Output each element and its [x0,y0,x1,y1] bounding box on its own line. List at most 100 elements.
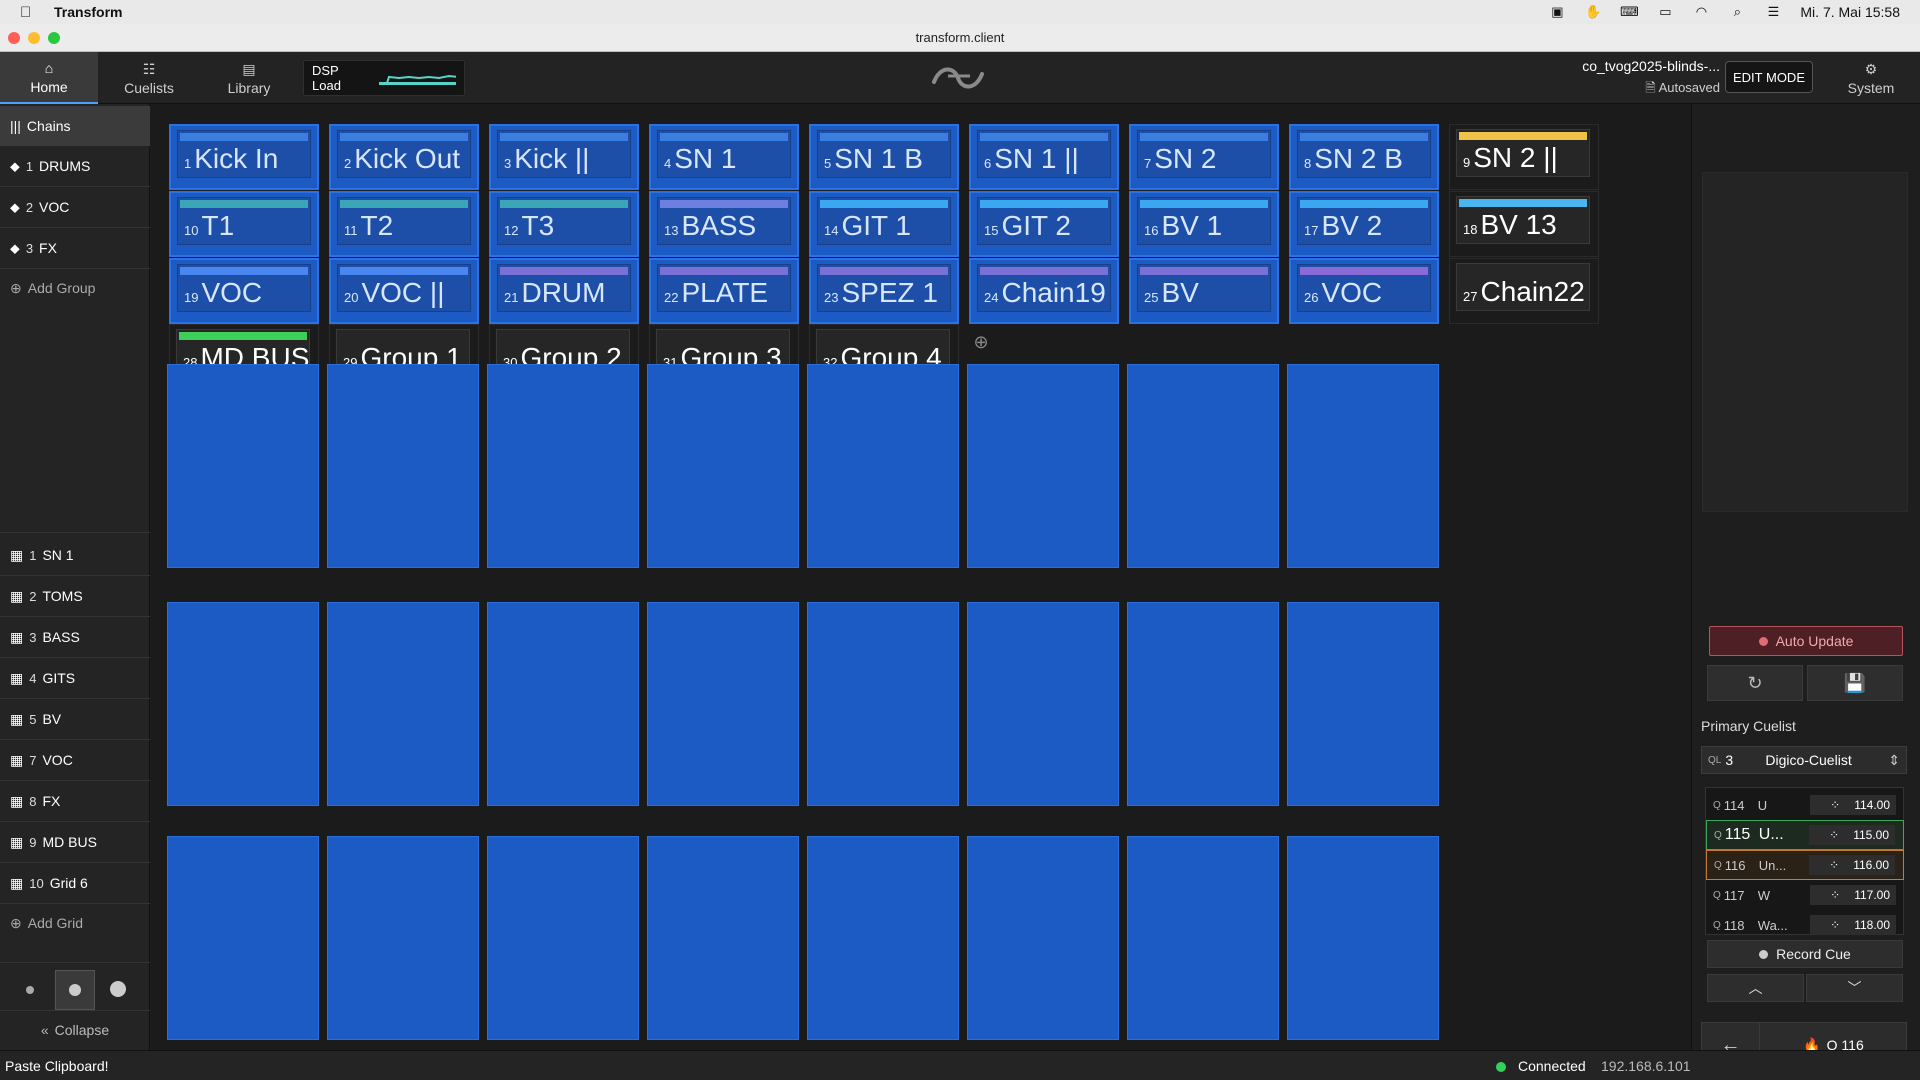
chain-tile[interactable]: 19 VOC [169,258,319,324]
chain-tile[interactable]: 2 Kick Out [329,124,479,190]
add-grid-button[interactable]: ⊕ Add Grid [0,903,150,943]
control-center-icon[interactable]: ☰ [1764,4,1782,19]
grid-cell[interactable] [1127,602,1279,806]
chain-tile[interactable]: 6 SN 1 || [969,124,1119,190]
sidebar-grid-item[interactable]: ▦ 10 Grid 6 [0,863,150,903]
grid-cell[interactable] [327,602,479,806]
battery-icon[interactable]: ▭ [1656,4,1674,19]
chain-tile[interactable]: 3 Kick || [489,124,639,190]
cue-row[interactable]: Q 117 W ⁘ 117.00 [1706,880,1904,910]
sidebar-group-voc[interactable]: ⬥ 2 VOC [0,187,150,227]
sidebar-grid-item[interactable]: ▦ 7 VOC [0,740,150,780]
grid-cell[interactable] [327,364,479,568]
sidebar-grid-item[interactable]: ▦ 9 MD BUS [0,822,150,862]
hand-icon[interactable]: ✋ [1584,4,1602,19]
cue-up-button[interactable]: ︿ [1707,974,1804,1002]
grid-cell[interactable] [1127,364,1279,568]
sidebar-group-drums[interactable]: ⬥ 1 DRUMS [0,146,150,186]
grid-cell[interactable] [647,836,799,1040]
chain-tile[interactable]: 23 SPEZ 1 [809,258,959,324]
sidebar-chains-header[interactable]: ||| Chains [0,106,150,146]
chain-tile[interactable]: 20 VOC || [329,258,479,324]
grid-cell[interactable] [1287,364,1439,568]
cue-down-button[interactable]: ﹀ [1806,974,1903,1002]
chain-tile[interactable]: 16 BV 1 [1129,191,1279,257]
sidebar-grid-item[interactable]: ▦ 1 SN 1 [0,535,150,575]
chain-tile[interactable]: 14 GIT 1 [809,191,959,257]
grid-cell[interactable] [967,836,1119,1040]
status-icon[interactable]: ▣ [1548,4,1566,19]
chain-tile[interactable]: 18 BV 13 [1449,191,1599,257]
chain-tile[interactable]: 25 BV [1129,258,1279,324]
grid-cell[interactable] [487,602,639,806]
grid-cell[interactable] [167,602,319,806]
sidebar-grid-item[interactable]: ▦ 8 FX [0,781,150,821]
grid-cell[interactable] [487,364,639,568]
app-menu-name[interactable]: Transform [54,4,122,20]
nav-cuelists-button[interactable]: ☷ Cuelists [100,52,198,104]
spotlight-search-icon[interactable]: ⌕ [1728,4,1746,19]
grid-cell[interactable] [807,364,959,568]
apple-icon[interactable]:  [20,4,36,21]
cue-row[interactable]: Q 114 U ⁘ 114.00 [1706,790,1904,820]
grid-cell[interactable] [1287,836,1439,1040]
sidebar-grid-item[interactable]: ▦ 4 GITS [0,658,150,698]
sidebar-grid-item[interactable]: ▦ 3 BASS [0,617,150,657]
chain-tile[interactable]: 27 Chain22 [1449,258,1599,324]
sidebar-group-fx[interactable]: ⬥ 3 FX [0,228,150,268]
chain-tile[interactable]: 24 Chain19 [969,258,1119,324]
chain-tile[interactable]: 22 PLATE [649,258,799,324]
close-window-button[interactable] [8,32,20,44]
wifi-icon[interactable]: ◠ [1692,4,1710,19]
nav-system-button[interactable]: ⚙ System [1822,52,1920,104]
grid-cell[interactable] [647,602,799,806]
grid-cell[interactable] [327,836,479,1040]
nav-home-button[interactable]: ⌂ Home [0,52,98,104]
minimize-window-button[interactable] [28,32,40,44]
grid-cell[interactable] [647,364,799,568]
zoom-window-button[interactable] [48,32,60,44]
auto-update-button[interactable]: Auto Update [1709,626,1903,656]
chain-tile[interactable]: 15 GIT 2 [969,191,1119,257]
keyboard-icon[interactable]: ⌨ [1620,4,1639,19]
chain-tile[interactable]: 11 T2 [329,191,479,257]
chain-tile[interactable]: 17 BV 2 [1289,191,1439,257]
add-chain-icon[interactable]: ⊕ [969,332,993,356]
grid-cell[interactable] [1127,836,1279,1040]
chain-tile[interactable]: 8 SN 2 B [1289,124,1439,190]
chain-tile[interactable]: 21 DRUM [489,258,639,324]
collapse-button[interactable]: « Collapse [0,1010,150,1050]
cuelist-select[interactable]: QL 3 Digico-Cuelist ⇕ [1701,746,1907,774]
sidebar-grid-item[interactable]: ▦ 5 BV [0,699,150,739]
chain-tile[interactable]: 10 T1 [169,191,319,257]
chain-tile[interactable]: 7 SN 2 [1129,124,1279,190]
chain-tile[interactable]: 5 SN 1 B [809,124,959,190]
cue-row[interactable]: Q 118 Wa... ⁘ 118.00 [1706,910,1904,940]
size-small-button[interactable] [26,986,34,994]
chain-tile[interactable]: 26 VOC [1289,258,1439,324]
grid-cell[interactable] [1287,602,1439,806]
grid-cell[interactable] [807,602,959,806]
grid-cell[interactable] [967,364,1119,568]
chain-tile[interactable]: 4 SN 1 [649,124,799,190]
grid-cell[interactable] [487,836,639,1040]
grid-cell[interactable] [807,836,959,1040]
chain-tile[interactable]: 9 SN 2 || [1449,124,1599,190]
chain-tile[interactable]: 13 BASS [649,191,799,257]
nav-library-button[interactable]: ▤ Library [200,52,298,104]
grid-cell[interactable] [167,364,319,568]
edit-mode-button[interactable]: EDIT MODE [1725,61,1813,93]
add-group-button[interactable]: ⊕ Add Group [0,268,150,308]
menubar-clock[interactable]: Mi. 7. Mai 15:58 [1800,4,1900,20]
size-large-button[interactable] [110,981,126,997]
record-cue-button[interactable]: Record Cue [1707,940,1903,968]
cue-row[interactable]: Q 115 U... ⁘ 115.00 [1706,820,1904,850]
grid-cell[interactable] [967,602,1119,806]
grid-cell[interactable] [167,836,319,1040]
chain-tile[interactable]: 1 Kick In [169,124,319,190]
cue-row[interactable]: Q 116 Un... ⁘ 116.00 [1706,850,1904,880]
save-button[interactable]: 💾 [1807,665,1903,701]
size-medium-button[interactable] [55,970,95,1010]
chain-tile[interactable]: 12 T3 [489,191,639,257]
refresh-button[interactable]: ↻ [1707,665,1803,701]
